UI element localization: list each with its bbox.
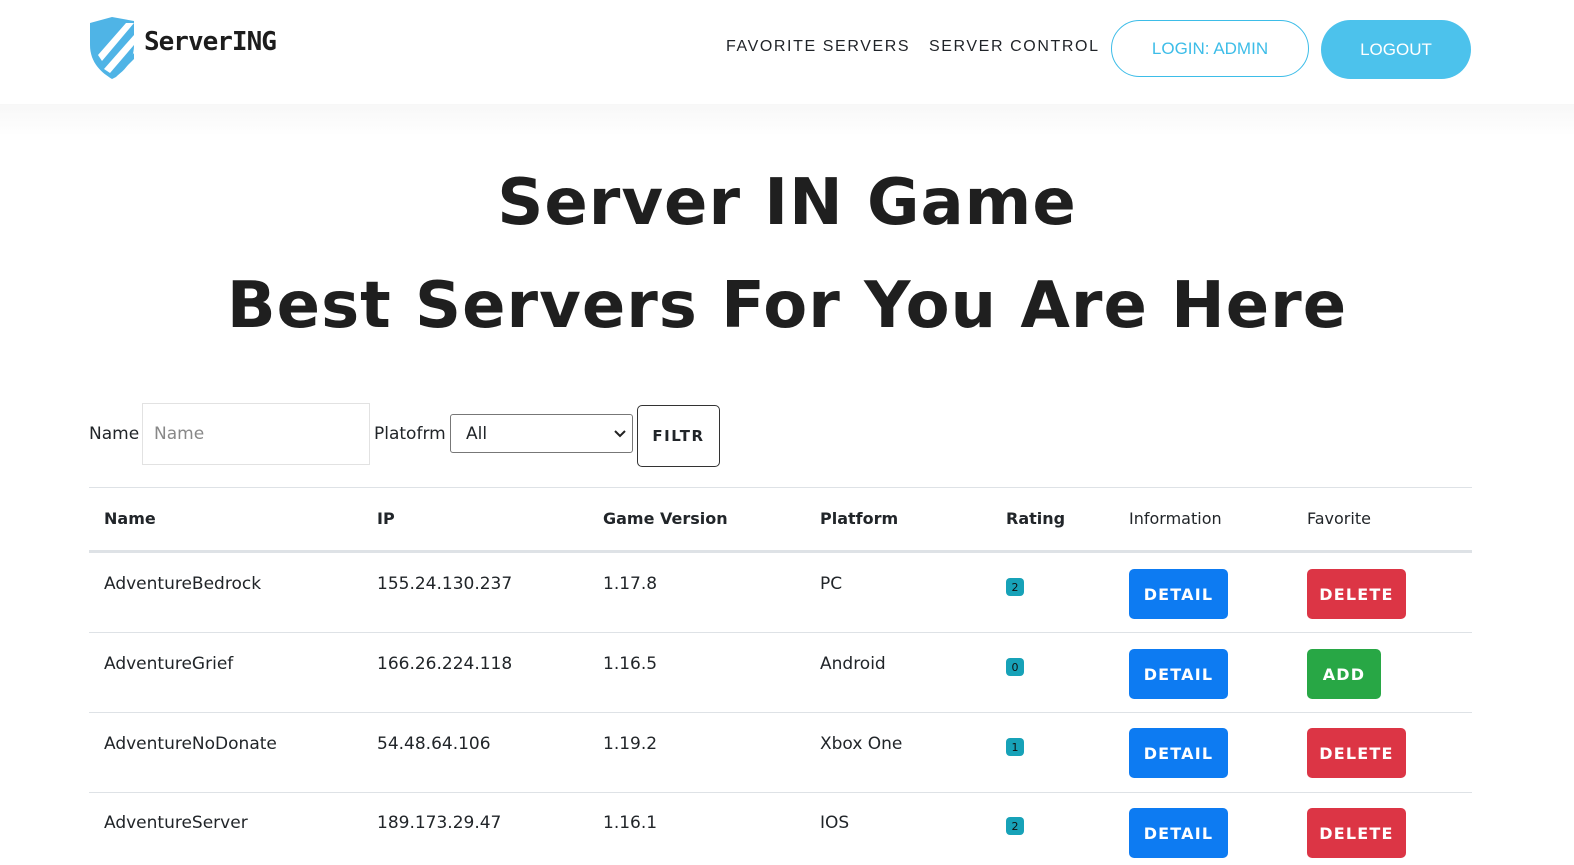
row-divider [89,712,1472,713]
server-version: 1.16.1 [603,813,658,833]
hero-title: Server IN Game [497,166,1077,240]
header-favorite: Favorite [1307,509,1371,528]
logout-button[interactable]: LOGOUT [1321,20,1471,79]
row-divider [89,632,1472,633]
header-ip: IP [377,509,395,528]
row-divider [89,792,1472,793]
detail-button[interactable]: DETAIL [1129,728,1228,778]
rating-badge: 2 [1006,817,1024,835]
server-version: 1.16.5 [603,654,658,674]
shield-stripes-icon [90,17,134,79]
server-platform: IOS [820,813,850,833]
delete-favorite-button[interactable]: DELETE [1307,728,1406,778]
server-platform: PC [820,574,843,594]
delete-favorite-button[interactable]: DELETE [1307,569,1406,619]
header-game-version: Game Version [603,509,728,528]
server-name: AdventureBedrock [104,574,262,594]
nav-server-control[interactable]: SERVER CONTROL [929,38,1100,56]
server-version: 1.17.8 [603,574,658,594]
server-ip: 166.26.224.118 [377,654,513,674]
brand-name: ServerING [144,27,277,57]
detail-button[interactable]: DETAIL [1129,808,1228,858]
chevron-down-icon [614,430,626,438]
platform-select[interactable]: All [450,414,633,453]
server-name: AdventureNoDonate [104,734,277,754]
hero-subtitle: Best Servers For You Are Here [226,269,1348,343]
server-platform: Android [820,654,886,674]
login-button[interactable]: LOGIN: ADMIN [1111,20,1309,77]
platform-selected-value: All [466,423,488,444]
header-platform: Platform [820,509,899,528]
header-rating: Rating [1006,509,1066,528]
server-ip: 155.24.130.237 [377,574,513,594]
server-version: 1.19.2 [603,734,658,754]
header-name: Name [104,509,156,528]
server-ip: 189.173.29.47 [377,813,502,833]
rating-badge: 1 [1006,738,1024,756]
rating-badge: 2 [1006,578,1024,596]
name-filter-input[interactable] [142,403,370,465]
filter-button[interactable]: FILTR [637,405,720,467]
platform-label: Platofrm [374,424,446,444]
rating-badge: 0 [1006,658,1024,676]
nav-favorite-servers[interactable]: FAVORITE SERVERS [726,38,910,56]
detail-button[interactable]: DETAIL [1129,649,1228,699]
server-platform: Xbox One [820,734,903,754]
name-label: Name [89,424,140,444]
detail-button[interactable]: DETAIL [1129,569,1228,619]
server-ip: 54.48.64.106 [377,734,491,754]
delete-favorite-button[interactable]: DELETE [1307,808,1406,858]
header-information: Information [1129,509,1222,528]
add-favorite-button[interactable]: ADD [1307,649,1381,699]
brand-logo[interactable]: ServerING [88,15,277,81]
server-name: AdventureServer [104,813,248,833]
server-name: AdventureGrief [104,654,234,674]
table-top-border [89,487,1472,488]
site-header: ServerING FAVORITE SERVERS SERVER CONTRO… [0,0,1574,104]
header-shadow [0,104,1574,136]
table-header-border [89,550,1472,553]
